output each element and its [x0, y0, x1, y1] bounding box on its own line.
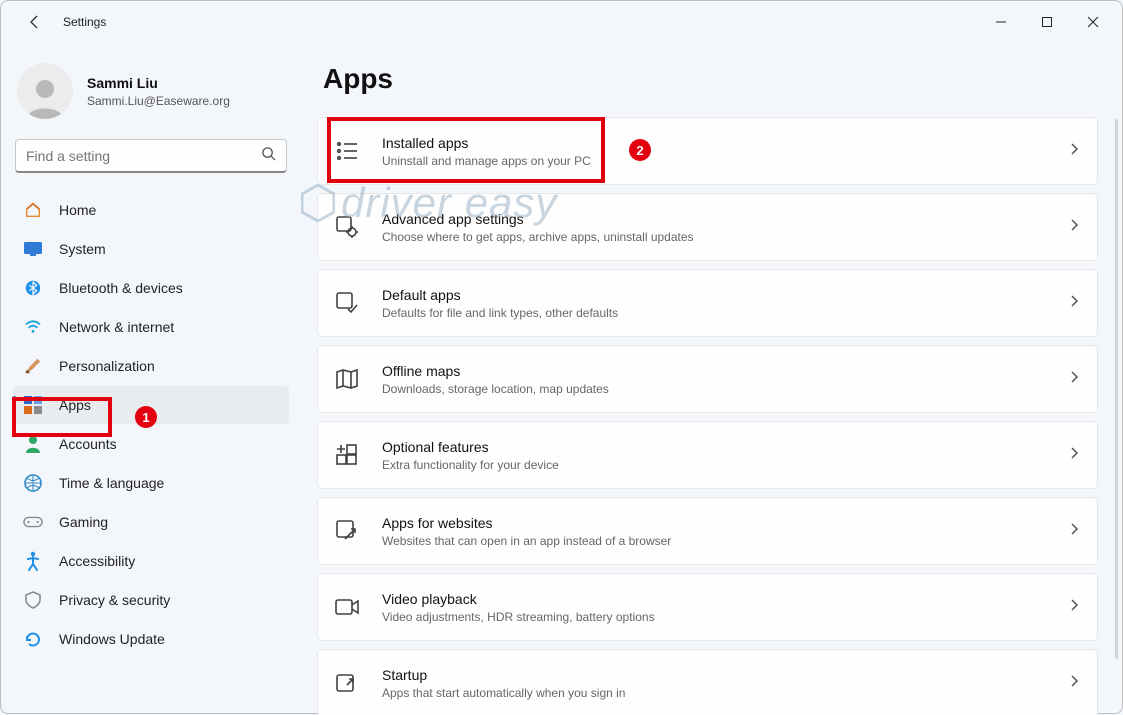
- card-title: Video playback: [382, 591, 1049, 607]
- card-title: Advanced app settings: [382, 211, 1049, 227]
- apps-icon: [23, 396, 43, 414]
- card-title: Apps for websites: [382, 515, 1049, 531]
- sidebar-item-personalization[interactable]: Personalization: [13, 347, 289, 385]
- avatar: [17, 63, 73, 119]
- sidebar-item-label: Gaming: [59, 514, 108, 530]
- card-installed-apps[interactable]: Installed apps Uninstall and manage apps…: [317, 117, 1098, 185]
- search-input[interactable]: [26, 148, 261, 164]
- card-video-playback[interactable]: Video playback Video adjustments, HDR st…: [317, 573, 1098, 641]
- plus-grid-icon: [332, 440, 362, 470]
- maximize-button[interactable]: [1024, 6, 1070, 38]
- minimize-button[interactable]: [978, 6, 1024, 38]
- system-icon: [23, 242, 43, 256]
- startup-icon: [332, 668, 362, 698]
- sidebar-item-label: System: [59, 241, 106, 257]
- title-bar: Settings: [1, 1, 1122, 43]
- page-title: Apps: [317, 63, 1098, 95]
- window-title: Settings: [63, 15, 106, 29]
- accessibility-icon: [23, 551, 43, 571]
- card-startup[interactable]: Startup Apps that start automatically wh…: [317, 649, 1098, 715]
- chevron-right-icon: [1069, 218, 1079, 237]
- card-subtitle: Extra functionality for your device: [382, 458, 1049, 472]
- card-title: Default apps: [382, 287, 1049, 303]
- globe-clock-icon: [23, 474, 43, 492]
- sidebar-item-label: Bluetooth & devices: [59, 280, 183, 296]
- sidebar-item-label: Network & internet: [59, 319, 174, 335]
- card-subtitle: Websites that can open in an app instead…: [382, 534, 1049, 548]
- app-gear-icon: [332, 212, 362, 242]
- sidebar-item-accounts[interactable]: Accounts: [13, 425, 289, 463]
- nav-list: Home System Bluetooth & devices Network …: [13, 191, 289, 658]
- sidebar-item-label: Windows Update: [59, 631, 165, 647]
- sidebar-item-time-language[interactable]: Time & language: [13, 464, 289, 502]
- card-subtitle: Video adjustments, HDR streaming, batter…: [382, 610, 1049, 624]
- chevron-right-icon: [1069, 674, 1079, 693]
- search-icon: [261, 146, 276, 166]
- sidebar-item-label: Home: [59, 202, 96, 218]
- card-subtitle: Uninstall and manage apps on your PC: [382, 154, 1049, 168]
- chevron-right-icon: [1069, 446, 1079, 465]
- card-title: Optional features: [382, 439, 1049, 455]
- window-controls: [978, 6, 1116, 38]
- profile-block[interactable]: Sammi Liu Sammi.Liu@Easeware.org: [17, 63, 285, 119]
- close-button[interactable]: [1070, 6, 1116, 38]
- card-title: Installed apps: [382, 135, 1049, 151]
- card-subtitle: Apps that start automatically when you s…: [382, 686, 1049, 700]
- card-apps-for-websites[interactable]: Apps for websites Websites that can open…: [317, 497, 1098, 565]
- map-icon: [332, 364, 362, 394]
- sidebar-item-label: Time & language: [59, 475, 164, 491]
- scrollbar[interactable]: [1115, 119, 1118, 659]
- sidebar-item-label: Apps: [59, 397, 91, 413]
- bluetooth-icon: [23, 279, 43, 297]
- card-optional-features[interactable]: Optional features Extra functionality fo…: [317, 421, 1098, 489]
- profile-email: Sammi.Liu@Easeware.org: [87, 94, 230, 108]
- sidebar-item-label: Privacy & security: [59, 592, 170, 608]
- sidebar-item-privacy[interactable]: Privacy & security: [13, 581, 289, 619]
- sidebar-item-bluetooth[interactable]: Bluetooth & devices: [13, 269, 289, 307]
- sidebar-item-accessibility[interactable]: Accessibility: [13, 542, 289, 580]
- card-subtitle: Defaults for file and link types, other …: [382, 306, 1049, 320]
- chevron-right-icon: [1069, 142, 1079, 161]
- sidebar-item-home[interactable]: Home: [13, 191, 289, 229]
- home-icon: [23, 201, 43, 219]
- sidebar-item-label: Personalization: [59, 358, 155, 374]
- chevron-right-icon: [1069, 598, 1079, 617]
- app-link-icon: [332, 516, 362, 546]
- sidebar-item-network[interactable]: Network & internet: [13, 308, 289, 346]
- card-default-apps[interactable]: Default apps Defaults for file and link …: [317, 269, 1098, 337]
- brush-icon: [23, 357, 43, 375]
- list-grid-icon: [332, 136, 362, 166]
- card-offline-maps[interactable]: Offline maps Downloads, storage location…: [317, 345, 1098, 413]
- sidebar-item-label: Accounts: [59, 436, 117, 452]
- shield-icon: [23, 591, 43, 609]
- card-advanced-app-settings[interactable]: Advanced app settings Choose where to ge…: [317, 193, 1098, 261]
- sidebar-item-windows-update[interactable]: Windows Update: [13, 620, 289, 658]
- card-subtitle: Downloads, storage location, map updates: [382, 382, 1049, 396]
- chevron-right-icon: [1069, 522, 1079, 541]
- back-button[interactable]: [21, 8, 49, 36]
- sidebar-item-apps[interactable]: Apps: [13, 386, 289, 424]
- sidebar-item-label: Accessibility: [59, 553, 135, 569]
- update-icon: [23, 630, 43, 648]
- card-subtitle: Choose where to get apps, archive apps, …: [382, 230, 1049, 244]
- sidebar: Sammi Liu Sammi.Liu@Easeware.org Home: [1, 43, 301, 715]
- profile-name: Sammi Liu: [87, 75, 230, 91]
- gamepad-icon: [23, 515, 43, 529]
- main-panel: Apps Installed apps Uninstall and manage…: [301, 43, 1122, 715]
- chevron-right-icon: [1069, 294, 1079, 313]
- video-icon: [332, 592, 362, 622]
- card-title: Startup: [382, 667, 1049, 683]
- settings-card-list: Installed apps Uninstall and manage apps…: [317, 117, 1098, 715]
- sidebar-item-system[interactable]: System: [13, 230, 289, 268]
- search-box[interactable]: [15, 139, 287, 173]
- wifi-icon: [23, 320, 43, 334]
- chevron-right-icon: [1069, 370, 1079, 389]
- card-title: Offline maps: [382, 363, 1049, 379]
- sidebar-item-gaming[interactable]: Gaming: [13, 503, 289, 541]
- app-check-icon: [332, 288, 362, 318]
- user-icon: [23, 435, 43, 453]
